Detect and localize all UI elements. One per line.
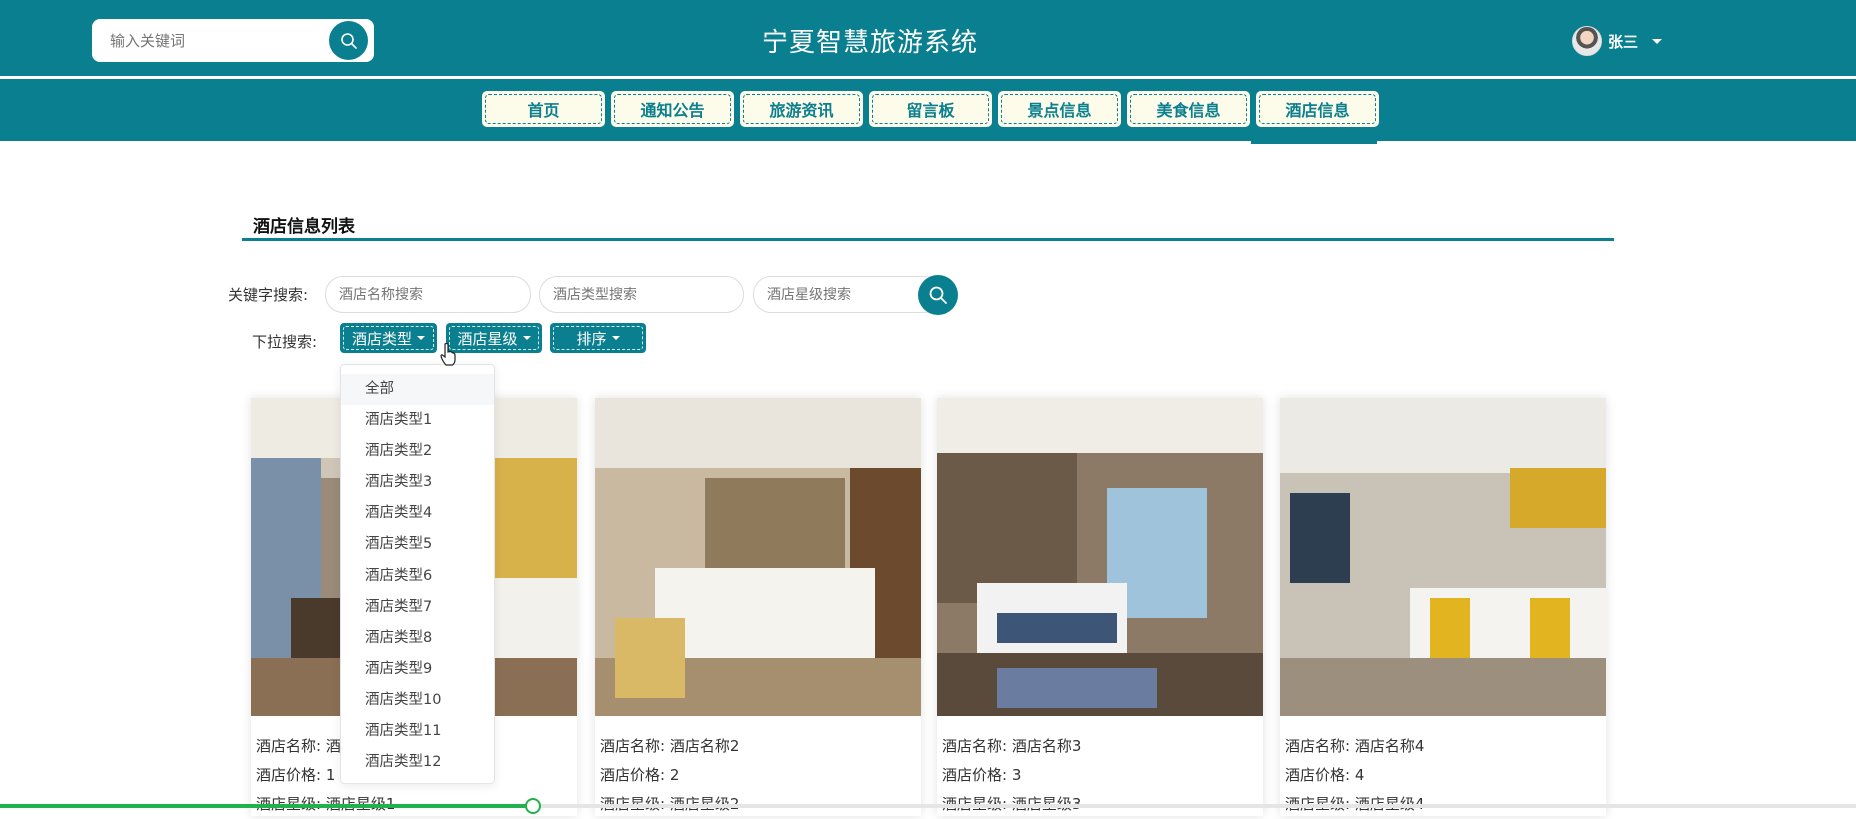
hotel-name: 酒店名称: 酒店名称4 (1285, 737, 1425, 755)
tab-scenic-spots[interactable]: 景点信息 (997, 90, 1122, 128)
tab-label: 留言板 (906, 101, 955, 120)
avatar[interactable] (1572, 26, 1602, 56)
menu-item[interactable]: 酒店类型8 (341, 623, 494, 654)
hotel-price: 酒店价格: 2 (600, 766, 680, 784)
hotel-image[interactable] (1280, 398, 1606, 716)
header-search-input[interactable] (110, 19, 330, 62)
tab-message-board[interactable]: 留言板 (868, 90, 993, 128)
caret-down-icon (417, 336, 425, 340)
hotel-price: 酒店价格: 4 (1285, 766, 1365, 784)
menu-item[interactable]: 酒店类型7 (341, 592, 494, 623)
dropdown-label: 酒店星级 (457, 329, 518, 348)
menu-item[interactable]: 酒店类型4 (341, 498, 494, 529)
tab-label: 旅游资讯 (769, 101, 834, 120)
menu-item[interactable]: 酒店类型12 (341, 747, 494, 778)
dropdown-search-label: 下拉搜索: (252, 333, 318, 351)
hotel-name: 酒店名称: 酒店名称2 (600, 737, 740, 755)
caret-down-icon (611, 336, 620, 340)
user-menu[interactable]: 张三 (1572, 26, 1663, 56)
active-tab-indicator (1251, 141, 1377, 144)
hotel-type-field (539, 276, 744, 313)
hotel-image[interactable] (595, 398, 921, 716)
user-name[interactable]: 张三 (1608, 31, 1638, 52)
tab-label: 景点信息 (1027, 101, 1092, 120)
keyword-search-label: 关键字搜索: (228, 286, 309, 304)
menu-item[interactable]: 酒店类型1 (341, 405, 494, 436)
header-search-button[interactable] (329, 21, 368, 60)
tab-label: 通知公告 (640, 101, 705, 120)
keyword-search-button[interactable] (918, 275, 958, 315)
sort-dropdown[interactable]: 排序 (550, 323, 646, 353)
menu-item[interactable]: 酒店类型10 (341, 685, 494, 716)
tab-hotels[interactable]: 酒店信息 (1255, 90, 1380, 128)
search-icon (929, 286, 947, 304)
search-icon (340, 32, 357, 49)
menu-item[interactable]: 酒店类型9 (341, 654, 494, 685)
header-search-box (92, 19, 374, 62)
hotel-card[interactable]: 酒店名称: 酒店名称4 酒店价格: 4 酒店星级: 酒店星级4 (1280, 398, 1606, 816)
menu-item[interactable]: 酒店类型6 (341, 561, 494, 592)
menu-item[interactable]: 酒店类型5 (341, 529, 494, 560)
dropdown-label: 排序 (576, 329, 607, 348)
menu-item[interactable]: 酒店类型2 (341, 436, 494, 467)
progress-knob[interactable] (525, 798, 541, 814)
top-header: 宁夏智慧旅游系统 张三 (0, 0, 1856, 79)
hotel-star-field (753, 276, 943, 313)
tab-label: 首页 (527, 101, 560, 120)
page-title: 酒店信息列表 (253, 217, 355, 237)
menu-item[interactable]: 酒店类型3 (341, 467, 494, 498)
menu-item[interactable]: 酒店类型11 (341, 716, 494, 747)
hotel-name-search-input[interactable] (326, 277, 530, 312)
progress-fill (0, 804, 533, 808)
tab-travel-news[interactable]: 旅游资讯 (739, 90, 864, 128)
site-title: 宁夏智慧旅游系统 (761, 28, 978, 58)
hotel-type-search-input[interactable] (540, 277, 743, 312)
hotel-star-search-input[interactable] (754, 277, 942, 312)
tab-label: 美食信息 (1156, 101, 1221, 120)
tab-notices[interactable]: 通知公告 (610, 90, 735, 128)
hotel-name-field (325, 276, 531, 313)
section-divider (242, 238, 1614, 241)
hotel-star-dropdown[interactable]: 酒店星级 (446, 323, 542, 353)
hotel-card[interactable]: 酒店名称: 酒店名称3 酒店价格: 3 酒店星级: 酒店星级3 (937, 398, 1263, 816)
dropdown-label: 酒店类型 (351, 329, 412, 348)
hotel-price: 酒店价格: 3 (942, 766, 1022, 784)
caret-down-icon (522, 336, 531, 340)
hotel-type-dropdown[interactable]: 酒店类型 (340, 323, 437, 353)
tab-food[interactable]: 美食信息 (1126, 90, 1251, 128)
tab-home[interactable]: 首页 (481, 90, 606, 128)
hotel-name: 酒店名称: 酒店名称3 (942, 737, 1082, 755)
hand-pointer-icon (440, 343, 456, 366)
hotel-type-dropdown-menu: 全部 酒店类型1 酒店类型2 酒店类型3 酒店类型4 酒店类型5 酒店类型6 酒… (340, 364, 495, 784)
menu-item[interactable]: 全部 (341, 374, 494, 406)
hotel-image[interactable] (937, 398, 1263, 716)
tab-label: 酒店信息 (1285, 101, 1350, 120)
caret-down-icon[interactable] (1652, 38, 1663, 44)
hotel-card[interactable]: 酒店名称: 酒店名称2 酒店价格: 2 酒店星级: 酒店星级2 (595, 398, 921, 816)
main-nav: 首页 通知公告 旅游资讯 留言板 景点信息 美食信息 酒店信息 (481, 90, 1380, 128)
